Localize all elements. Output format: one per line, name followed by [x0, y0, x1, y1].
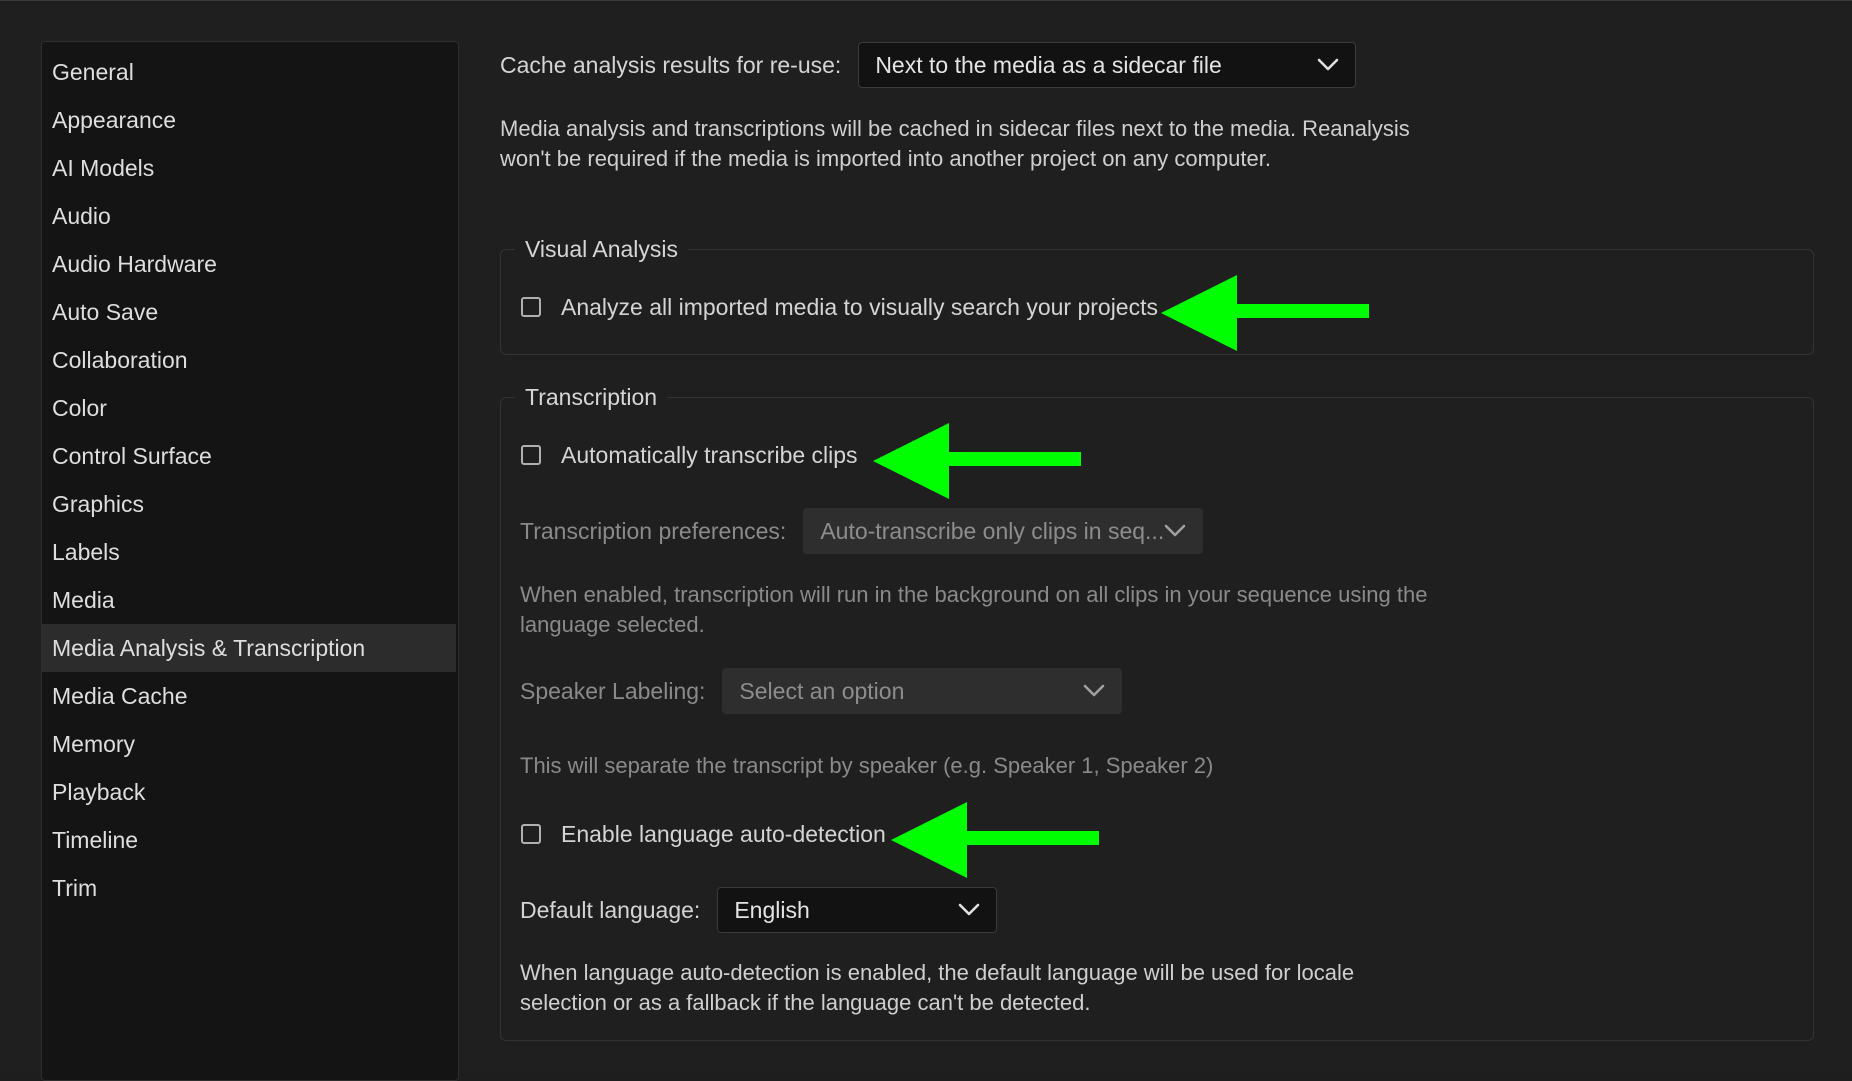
transcription-preferences-label: Transcription preferences: — [520, 517, 787, 544]
transcription-preferences-value: Auto-transcribe only clips in seq... — [820, 517, 1165, 544]
speaker-labeling-description: This will separate the transcript by spe… — [520, 753, 1214, 778]
cache-label: Cache analysis results for re-use: — [500, 51, 842, 78]
auto-transcribe-checkbox[interactable] — [521, 445, 541, 465]
visual-analysis-group: Visual Analysis Analyze all imported med… — [500, 232, 1814, 355]
language-detect-row: Enable language auto-detection — [521, 819, 886, 849]
cache-description: Media analysis and transcriptions will b… — [500, 116, 1410, 171]
sidebar-item-labels[interactable]: Labels — [42, 528, 458, 576]
chevron-down-icon — [1084, 684, 1105, 697]
preferences-window: General Appearance AI Models Audio Audio… — [0, 0, 1852, 1081]
sidebar-item-auto-save[interactable]: Auto Save — [42, 288, 458, 336]
speaker-labeling-row: Speaker Labeling: Select an option — [520, 668, 1123, 714]
visual-analysis-row: Analyze all imported media to visually s… — [521, 292, 1158, 322]
cache-dropdown[interactable]: Next to the media as a sidecar file — [858, 42, 1357, 88]
sidebar-item-ai-models[interactable]: AI Models — [42, 144, 458, 192]
preferences-content: Cache analysis results for re-use: Next … — [500, 1, 1830, 1073]
sidebar-item-collaboration[interactable]: Collaboration — [42, 336, 458, 384]
visual-analysis-title: Visual Analysis — [515, 232, 688, 266]
sidebar-item-media-cache[interactable]: Media Cache — [42, 672, 458, 720]
sidebar-item-audio-hardware[interactable]: Audio Hardware — [42, 240, 458, 288]
green-arrow-icon — [873, 423, 1081, 499]
sidebar-item-timeline[interactable]: Timeline — [42, 816, 458, 864]
speaker-labeling-value: Select an option — [739, 677, 905, 704]
auto-transcribe-row: Automatically transcribe clips — [521, 440, 858, 470]
default-language-label: Default language: — [520, 896, 701, 923]
speaker-labeling-dropdown[interactable]: Select an option — [722, 668, 1123, 714]
sidebar-item-appearance[interactable]: Appearance — [42, 96, 458, 144]
chevron-down-icon — [1165, 524, 1186, 537]
sidebar-item-memory[interactable]: Memory — [42, 720, 458, 768]
transcription-group: Transcription Automatically transcribe c… — [500, 380, 1814, 1041]
sidebar-item-control-surface[interactable]: Control Surface — [42, 432, 458, 480]
visual-analysis-checkbox[interactable] — [521, 297, 541, 317]
sidebar-item-general[interactable]: General — [42, 48, 458, 96]
sidebar-item-playback[interactable]: Playback — [42, 768, 458, 816]
green-arrow-icon — [891, 802, 1099, 878]
transcription-title: Transcription — [515, 380, 668, 414]
sidebar-item-graphics[interactable]: Graphics — [42, 480, 458, 528]
default-language-row: Default language: English — [520, 887, 998, 933]
sidebar-item-trim[interactable]: Trim — [42, 864, 458, 912]
sidebar-item-color[interactable]: Color — [42, 384, 458, 432]
default-language-dropdown[interactable]: English — [717, 887, 998, 933]
language-detect-checkbox[interactable] — [521, 824, 541, 844]
transcription-preferences-description: When enabled, transcription will run in … — [520, 582, 1428, 637]
chevron-down-icon — [959, 903, 980, 916]
preferences-sidebar: General Appearance AI Models Audio Audio… — [41, 41, 459, 1081]
visual-analysis-checkbox-label[interactable]: Analyze all imported media to visually s… — [561, 294, 1158, 321]
green-arrow-icon — [1161, 275, 1369, 351]
default-language-value: English — [734, 896, 810, 923]
sidebar-item-media-analysis-transcription[interactable]: Media Analysis & Transcription — [42, 624, 456, 672]
speaker-labeling-label: Speaker Labeling: — [520, 677, 706, 704]
sidebar-item-audio[interactable]: Audio — [42, 192, 458, 240]
chevron-down-icon — [1318, 58, 1339, 71]
transcription-preferences-dropdown[interactable]: Auto-transcribe only clips in seq... — [803, 508, 1204, 554]
language-detect-label[interactable]: Enable language auto-detection — [561, 821, 886, 848]
transcription-preferences-row: Transcription preferences: Auto-transcri… — [520, 508, 1204, 554]
default-language-description: When language auto-detection is enabled,… — [520, 960, 1355, 1015]
cache-dropdown-value: Next to the media as a sidecar file — [875, 51, 1222, 78]
sidebar-item-media[interactable]: Media — [42, 576, 458, 624]
cache-row: Cache analysis results for re-use: Next … — [500, 42, 1357, 88]
auto-transcribe-label[interactable]: Automatically transcribe clips — [561, 442, 858, 469]
